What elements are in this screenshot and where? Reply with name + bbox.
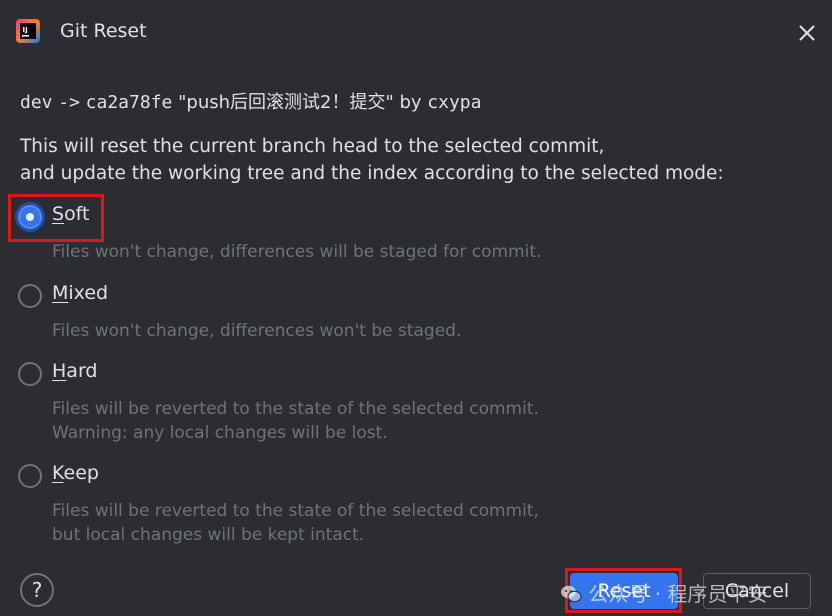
dialog-title: Git Reset [60,20,147,42]
mixed-radio[interactable] [18,284,42,308]
by-label: by [399,92,422,113]
hard-radio[interactable] [18,362,42,386]
git-reset-dialog: IJ Git Reset dev -> ca2a78fe "push后回滚测试2… [0,0,832,616]
title-bar: IJ Git Reset [0,0,832,64]
hard-label-rest: ard [66,360,98,382]
description-line-2: and update the working tree and the inde… [20,163,724,184]
arrow-separator: -> [58,92,80,113]
soft-highlight-box [8,194,104,242]
soft-description: Files won't change, differences will be … [52,240,541,264]
keep-description: Files will be reverted to the state of t… [52,499,539,547]
mixed-description-line: Files won't change, differences won't be… [52,321,462,341]
reset-button[interactable]: Reset [570,573,678,609]
mixed-label[interactable]: Mixed [52,282,108,304]
keep-mnemonic: K [52,462,64,484]
hard-mnemonic: H [52,360,67,382]
branch-name: dev [20,92,53,113]
intellij-logo-icon: IJ [16,19,40,43]
keep-radio[interactable] [18,464,42,488]
hard-description-line-2: Warning: any local changes will be lost. [52,423,388,443]
svg-text:IJ: IJ [23,26,28,34]
hard-description-line-1: Files will be reverted to the state of t… [52,399,539,419]
reset-description: This will reset the current branch head … [20,133,724,187]
mixed-mnemonic: M [52,282,69,304]
commit-message: "push后回滚测试2！提交" [178,92,394,113]
commit-author: cxypa [427,92,482,113]
keep-description-line-2: but local changes will be kept intact. [52,525,365,545]
description-line-1: This will reset the current branch head … [20,136,605,157]
soft-description-line: Files won't change, differences will be … [52,242,542,262]
close-icon[interactable] [796,22,818,44]
help-button[interactable]: ? [20,573,54,607]
commit-summary: dev -> ca2a78fe "push后回滚测试2！提交" by cxypa [20,88,481,114]
commit-hash: ca2a78fe [85,92,173,113]
cancel-button[interactable]: Cancel [703,573,811,609]
keep-description-line-1: Files will be reverted to the state of t… [52,501,539,521]
mixed-description: Files won't change, differences won't be… [52,319,461,343]
mixed-label-rest: ixed [68,282,109,304]
keep-label-rest: eep [63,462,99,484]
hard-label[interactable]: Hard [52,360,97,382]
hard-description: Files will be reverted to the state of t… [52,397,539,445]
keep-label[interactable]: Keep [52,462,99,484]
